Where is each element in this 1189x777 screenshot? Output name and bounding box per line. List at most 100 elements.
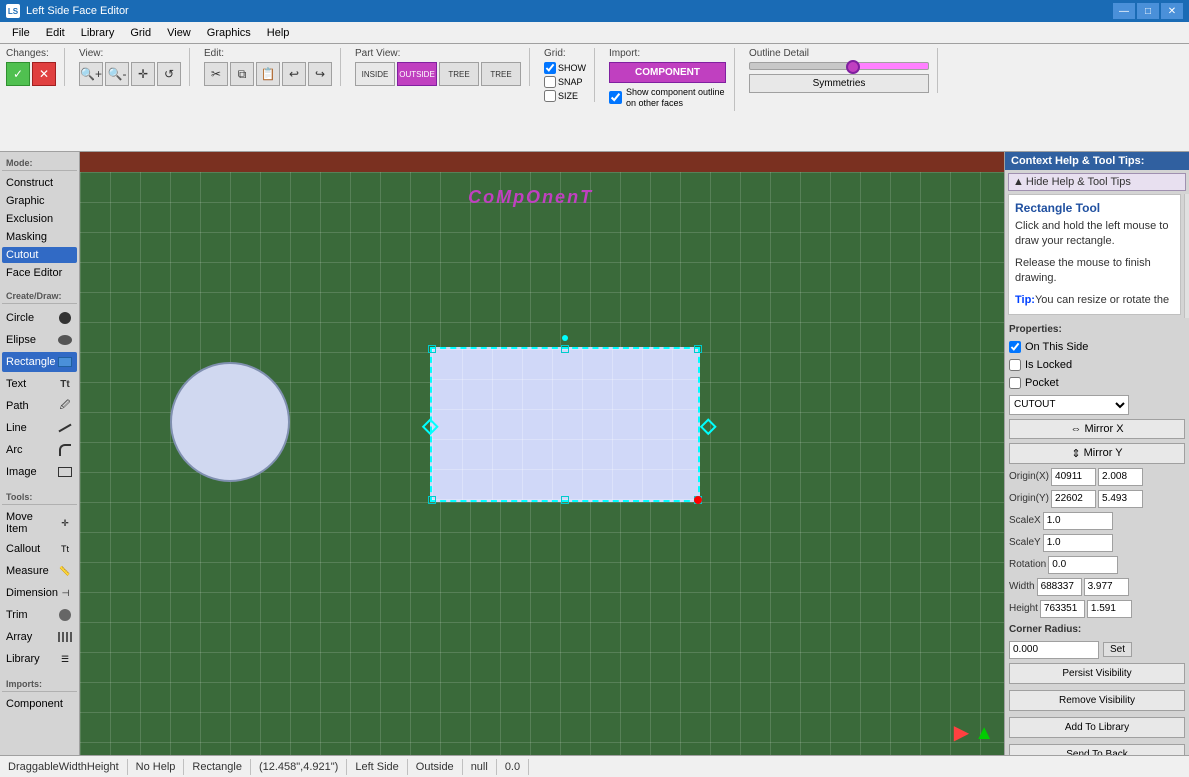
component-import-button[interactable]: COMPONENT	[609, 62, 726, 83]
sidebar-item-move-item[interactable]: Move Item ✛	[2, 509, 77, 537]
accept-changes-button[interactable]: ✓	[6, 62, 30, 86]
height-input-1[interactable]	[1040, 600, 1085, 618]
sidebar-item-library[interactable]: Library ☰	[2, 649, 77, 669]
copy-button[interactable]: ⧉	[230, 62, 254, 86]
sidebar-item-trim[interactable]: Trim	[2, 605, 77, 625]
sidebar-item-component[interactable]: Component	[2, 696, 77, 712]
sidebar-item-text[interactable]: Text Tt	[2, 374, 77, 394]
remove-visibility-button[interactable]: Remove Visibility	[1009, 690, 1185, 711]
sidebar-item-callout[interactable]: Callout Tt	[2, 539, 77, 559]
undo-button[interactable]: ↩	[282, 62, 306, 86]
cancel-changes-button[interactable]: ✕	[32, 62, 56, 86]
symmetries-button[interactable]: Symmetries	[749, 74, 929, 93]
inside-button[interactable]: INSIDE	[355, 62, 395, 86]
rotation-handle[interactable]	[562, 335, 568, 341]
zoom-out-button[interactable]: 🔍-	[105, 62, 129, 86]
sidebar-item-elipse[interactable]: Elipse	[2, 330, 77, 350]
persist-visibility-button[interactable]: Persist Visibility	[1009, 663, 1185, 684]
sidebar-item-face-editor[interactable]: Face Editor	[2, 265, 77, 281]
size-grid-checkbox[interactable]	[544, 90, 556, 102]
menu-file[interactable]: File	[4, 25, 38, 41]
menu-help[interactable]: Help	[259, 25, 298, 41]
sidebar-item-circle[interactable]: Circle	[2, 308, 77, 328]
sidebar-item-construct[interactable]: Construct	[2, 175, 77, 191]
origin-x-input-2[interactable]	[1098, 468, 1143, 486]
origin-y-input-1[interactable]	[1051, 490, 1096, 508]
handle-right-mid[interactable]	[700, 418, 717, 435]
close-button[interactable]: ✕	[1161, 3, 1183, 19]
grid-label: Grid:	[544, 48, 586, 59]
canvas-rect[interactable]	[430, 347, 700, 502]
redo-button[interactable]: ↪	[308, 62, 332, 86]
height-input-2[interactable]	[1087, 600, 1132, 618]
outside-button[interactable]: OUTSIDE	[397, 62, 437, 86]
canvas-circle[interactable]	[170, 362, 290, 482]
sidebar-item-path[interactable]: Path 🖉	[2, 396, 77, 416]
menu-library[interactable]: Library	[73, 25, 123, 41]
titlebar-controls[interactable]: — □ ✕	[1113, 3, 1183, 19]
sidebar-item-rectangle[interactable]: Rectangle	[2, 352, 77, 372]
zoom-in-button[interactable]: 🔍+	[79, 62, 103, 86]
menu-graphics[interactable]: Graphics	[199, 25, 259, 41]
sidebar-item-measure[interactable]: Measure 📏	[2, 561, 77, 581]
outline-slider-thumb[interactable]	[846, 60, 860, 74]
scale-x-input[interactable]	[1043, 512, 1113, 530]
grid-controls: SHOW SNAP SIZE	[544, 62, 586, 102]
origin-y-input-2[interactable]	[1098, 490, 1143, 508]
sidebar-item-exclusion[interactable]: Exclusion	[2, 211, 77, 227]
rotation-input[interactable]	[1048, 556, 1118, 574]
scale-y-input[interactable]	[1043, 534, 1113, 552]
sidebar-item-masking[interactable]: Masking	[2, 229, 77, 245]
paste-button[interactable]: 📋	[256, 62, 280, 86]
hide-help-button[interactable]: ▲ Hide Help & Tool Tips	[1008, 173, 1186, 191]
set-button[interactable]: Set	[1103, 642, 1132, 657]
corner-radius-input[interactable]	[1009, 641, 1099, 659]
sidebar-item-array[interactable]: Array	[2, 627, 77, 647]
snap-grid-checkbox[interactable]	[544, 76, 556, 88]
handle-top-mid[interactable]	[561, 345, 569, 353]
status-angle: 0.0	[497, 759, 529, 775]
maximize-button[interactable]: □	[1137, 3, 1159, 19]
handle-top-left[interactable]	[428, 345, 436, 353]
mirror-x-button[interactable]: ⇔ Mirror X	[1009, 419, 1185, 439]
minimize-button[interactable]: —	[1113, 3, 1135, 19]
handle-bottom-mid[interactable]	[561, 496, 569, 504]
refresh-button[interactable]: ↺	[157, 62, 181, 86]
outline-slider-track[interactable]	[749, 62, 929, 70]
send-to-back-button[interactable]: Send To Back	[1009, 744, 1185, 755]
sidebar-item-cutout[interactable]: Cutout	[2, 247, 77, 263]
menu-view[interactable]: View	[159, 25, 199, 41]
type-select[interactable]: CUTOUT	[1009, 395, 1129, 415]
handle-bottom-left[interactable]	[428, 496, 436, 504]
sidebar-item-line[interactable]: Line	[2, 418, 77, 438]
width-input-2[interactable]	[1084, 578, 1129, 596]
sidebar-item-arc[interactable]: Arc	[2, 440, 77, 460]
canvas-area[interactable]: CoMpOnenT	[80, 152, 1004, 755]
origin-x-input-1[interactable]	[1051, 468, 1096, 486]
pocket-checkbox[interactable]	[1009, 377, 1021, 389]
help-scrollbar[interactable]	[1184, 194, 1189, 318]
sidebar-item-graphic[interactable]: Graphic	[2, 193, 77, 209]
cut-button[interactable]: ✂	[204, 62, 228, 86]
canvas-rect-container[interactable]	[430, 347, 700, 502]
sidebar-item-dimension[interactable]: Dimension ⊣	[2, 583, 77, 603]
handle-top-right[interactable]	[694, 345, 702, 353]
handle-red-corner[interactable]	[694, 496, 702, 504]
is-locked-checkbox[interactable]	[1009, 359, 1021, 371]
on-this-side-checkbox[interactable]	[1009, 341, 1021, 353]
sidebar-item-image[interactable]: Image	[2, 462, 77, 482]
mirror-y-button[interactable]: ⇕ Mirror Y	[1009, 443, 1185, 464]
show-grid-checkbox[interactable]	[544, 62, 556, 74]
menu-edit[interactable]: Edit	[38, 25, 73, 41]
width-input-1[interactable]	[1037, 578, 1082, 596]
tree-button-2[interactable]: TREE	[481, 62, 521, 86]
menu-grid[interactable]: Grid	[122, 25, 159, 41]
import-label: Import:	[609, 48, 726, 59]
status-side: Left Side	[347, 759, 407, 775]
add-to-library-button[interactable]: Add To Library	[1009, 717, 1185, 738]
show-component-checkbox[interactable]	[609, 91, 622, 104]
properties-panel: Properties: On This Side Is Locked Pocke…	[1005, 318, 1189, 755]
tree-button-1[interactable]: TREE	[439, 62, 479, 86]
pan-button[interactable]: ✛	[131, 62, 155, 86]
titlebar: LS Left Side Face Editor — □ ✕	[0, 0, 1189, 22]
